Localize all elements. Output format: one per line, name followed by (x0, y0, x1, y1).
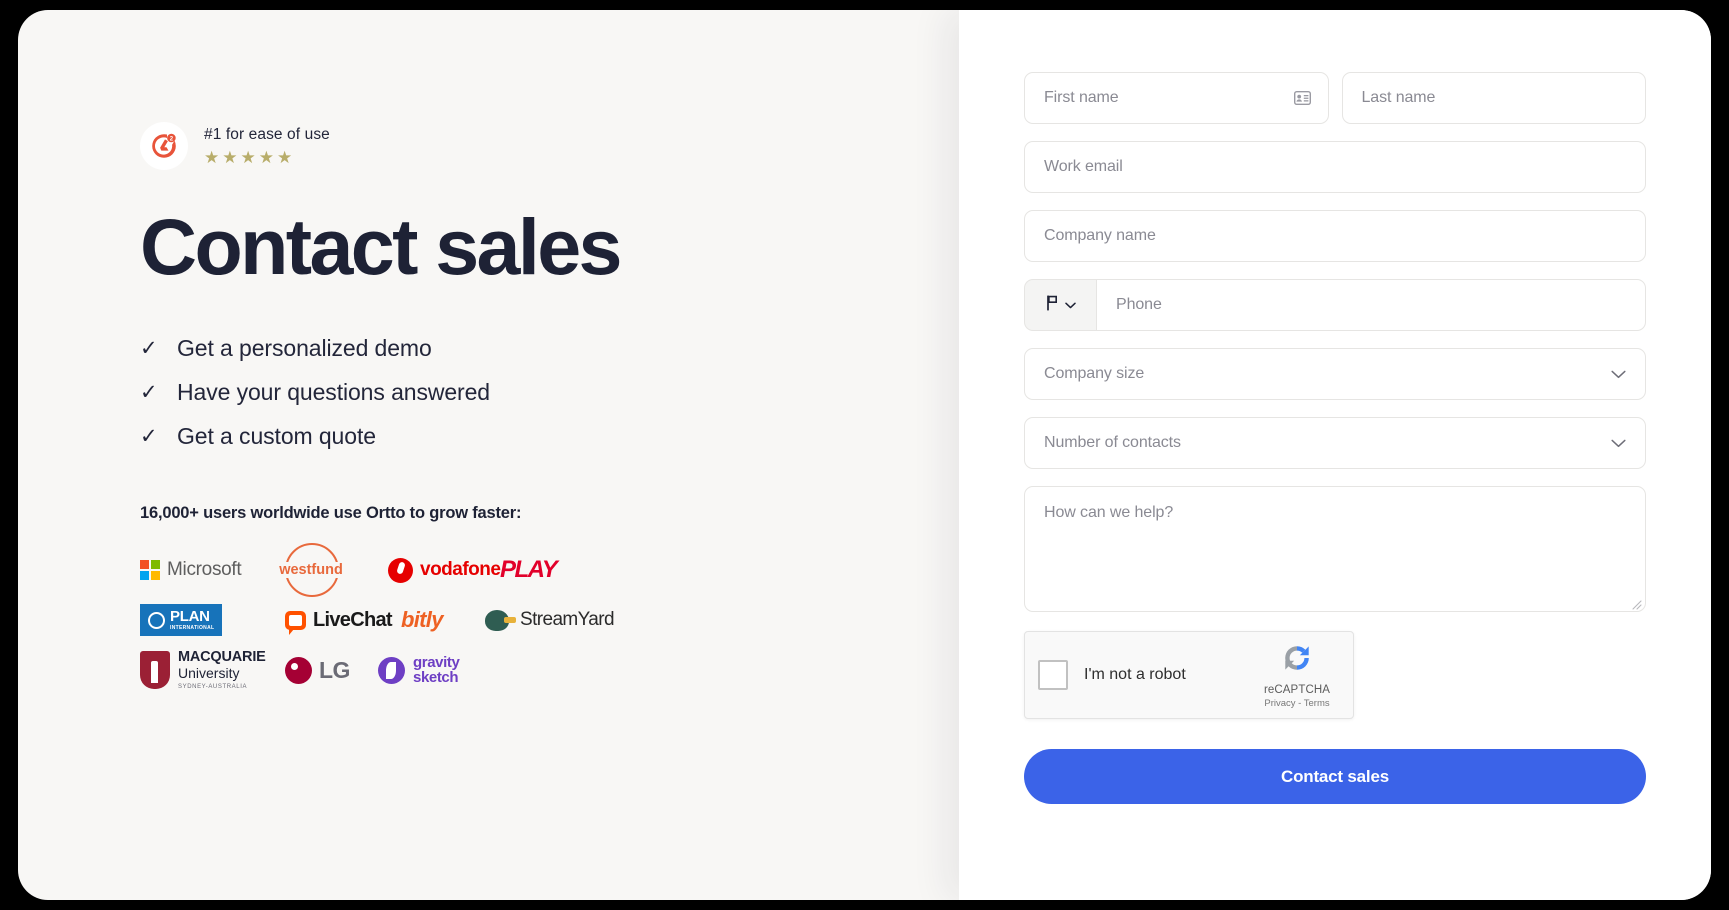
company-size-placeholder: Company size (1044, 365, 1145, 382)
logo-label: Microsoft (167, 559, 242, 581)
company-name-field[interactable]: Company name (1024, 210, 1646, 262)
phone-placeholder: Phone (1116, 296, 1162, 313)
contact-sales-page: 2 #1 for ease of use ★ ★ ★ ★ ★ Contact s… (18, 10, 1711, 900)
logo-row: MACQUARIE University SYDNEY-AUSTRALIA LG… (140, 645, 959, 695)
phone-field[interactable]: Phone (1096, 279, 1646, 331)
star-icon: ★ (204, 148, 220, 167)
logo-lg: LG (285, 656, 378, 684)
logo-livechat: LiveChat (285, 608, 401, 635)
country-code-selector[interactable] (1024, 279, 1096, 331)
check-icon: ✓ (140, 381, 158, 405)
logo-label: gravity (413, 653, 460, 671)
number-of-contacts-placeholder: Number of contacts (1044, 434, 1181, 451)
streamyard-icon (485, 609, 516, 631)
star-icon: ★ (277, 148, 293, 167)
contact-card-icon[interactable] (1293, 91, 1311, 105)
recaptcha-brand: reCAPTCHA Privacy - Terms (1254, 642, 1340, 709)
logo-label: LiveChat (313, 608, 393, 631)
message-textarea[interactable]: How can we help? (1024, 486, 1646, 612)
logo-label: vodafone (420, 559, 501, 581)
benefit-label: Get a personalized demo (177, 335, 432, 362)
logo-streamyard: StreamYard (485, 609, 615, 631)
g2-rating-badge: 2 #1 for ease of use ★ ★ ★ ★ ★ (140, 120, 959, 172)
logo-westfund: westfund (276, 543, 388, 598)
star-icon: ★ (240, 148, 256, 167)
last-name-field[interactable]: Last name (1341, 72, 1646, 124)
benefit-label: Get a custom quote (177, 423, 376, 450)
list-item: ✓ Get a personalized demo (140, 337, 959, 360)
westfund-icon: westfund (276, 543, 346, 598)
list-item: ✓ Have your questions answered (140, 381, 959, 404)
number-of-contacts-select[interactable]: Number of contacts (1024, 417, 1646, 469)
logo-label: PLAN (170, 608, 210, 626)
logo-sublabel: INTERNATIONAL (170, 625, 215, 632)
recaptcha-brand-label: reCAPTCHA (1263, 683, 1331, 696)
contact-form-panel: First name Last name Work email Company … (959, 10, 1711, 900)
recaptcha-widget[interactable]: I'm not a robot reCAPTCHA Privacy - Term… (1024, 631, 1354, 719)
company-name-placeholder: Company name (1044, 227, 1156, 244)
message-placeholder: How can we help? (1044, 504, 1174, 521)
chevron-down-icon (1611, 370, 1626, 379)
logo-row: PLAN INTERNATIONAL LiveChat bitly Stream… (140, 595, 959, 645)
logo-label: bitly (401, 607, 443, 633)
flag-icon (1046, 294, 1059, 316)
lg-icon (285, 656, 312, 684)
name-row: First name Last name (1024, 72, 1646, 141)
page-title: Contact sales (140, 202, 623, 291)
logo-sublabel-2: SYDNEY-AUSTRALIA (178, 683, 248, 690)
recaptcha-legal-links[interactable]: Privacy - Terms (1264, 698, 1329, 709)
hero-panel: 2 #1 for ease of use ★ ★ ★ ★ ★ Contact s… (18, 10, 959, 900)
star-icon: ★ (222, 148, 238, 167)
work-email-field[interactable]: Work email (1024, 141, 1646, 193)
logo-microsoft: Microsoft (140, 559, 285, 581)
resize-handle-icon[interactable] (1631, 597, 1642, 610)
macquarie-icon (140, 651, 170, 690)
company-size-select[interactable]: Company size (1024, 348, 1646, 400)
first-name-field[interactable]: First name (1024, 72, 1329, 124)
microsoft-icon (140, 560, 160, 581)
benefit-label: Have your questions answered (177, 379, 490, 406)
logo-sublabel: sketch (413, 669, 459, 687)
star-rating: ★ ★ ★ ★ ★ (204, 149, 330, 166)
recaptcha-checkbox[interactable] (1038, 660, 1068, 690)
gravity-sketch-icon (378, 656, 405, 684)
last-name-placeholder: Last name (1361, 89, 1436, 106)
check-icon: ✓ (140, 337, 158, 361)
star-icon: ★ (258, 148, 274, 167)
logo-sublabel: University (178, 665, 240, 682)
phone-row: Phone (1024, 279, 1646, 331)
plan-circle-icon (148, 611, 165, 629)
logo-gravity-sketch: gravity sketch (378, 653, 460, 687)
recaptcha-logo-icon (1281, 642, 1313, 679)
chevron-down-icon (1611, 439, 1626, 448)
chevron-down-icon (1064, 302, 1076, 309)
logo-label: PLAY (500, 556, 558, 584)
customer-logos: Microsoft westfund vodafone PLAY PLAN IN… (140, 543, 959, 695)
logo-row: Microsoft westfund vodafone PLAY (140, 543, 959, 598)
first-name-placeholder: First name (1044, 89, 1119, 106)
logo-play: PLAY (500, 556, 558, 584)
g2-label: #1 for ease of use (204, 126, 330, 143)
recaptcha-label: I'm not a robot (1084, 666, 1186, 683)
logo-label: MACQUARIE (178, 649, 266, 666)
social-proof-text: 16,000+ users worldwide use Ortto to gro… (140, 504, 522, 523)
g2-logo-icon: 2 (140, 122, 188, 170)
livechat-icon (285, 610, 306, 635)
check-icon: ✓ (140, 425, 158, 449)
g2-text-block: #1 for ease of use ★ ★ ★ ★ ★ (204, 126, 330, 166)
logo-label: westfund (276, 562, 346, 579)
logo-label: StreamYard (520, 609, 615, 631)
logo-plan-international: PLAN INTERNATIONAL (140, 604, 285, 637)
plan-international-icon: PLAN INTERNATIONAL (140, 604, 223, 637)
vodafone-icon (388, 557, 413, 583)
logo-label: LG (319, 656, 350, 683)
work-email-placeholder: Work email (1044, 158, 1123, 175)
logo-macquarie-university: MACQUARIE University SYDNEY-AUSTRALIA (140, 649, 285, 690)
logo-bitly: bitly (401, 607, 485, 633)
benefits-list: ✓ Get a personalized demo ✓ Have your qu… (140, 337, 959, 448)
contact-sales-submit-button[interactable]: Contact sales (1024, 749, 1646, 804)
list-item: ✓ Get a custom quote (140, 425, 959, 448)
logo-vodafone: vodafone (388, 557, 501, 583)
